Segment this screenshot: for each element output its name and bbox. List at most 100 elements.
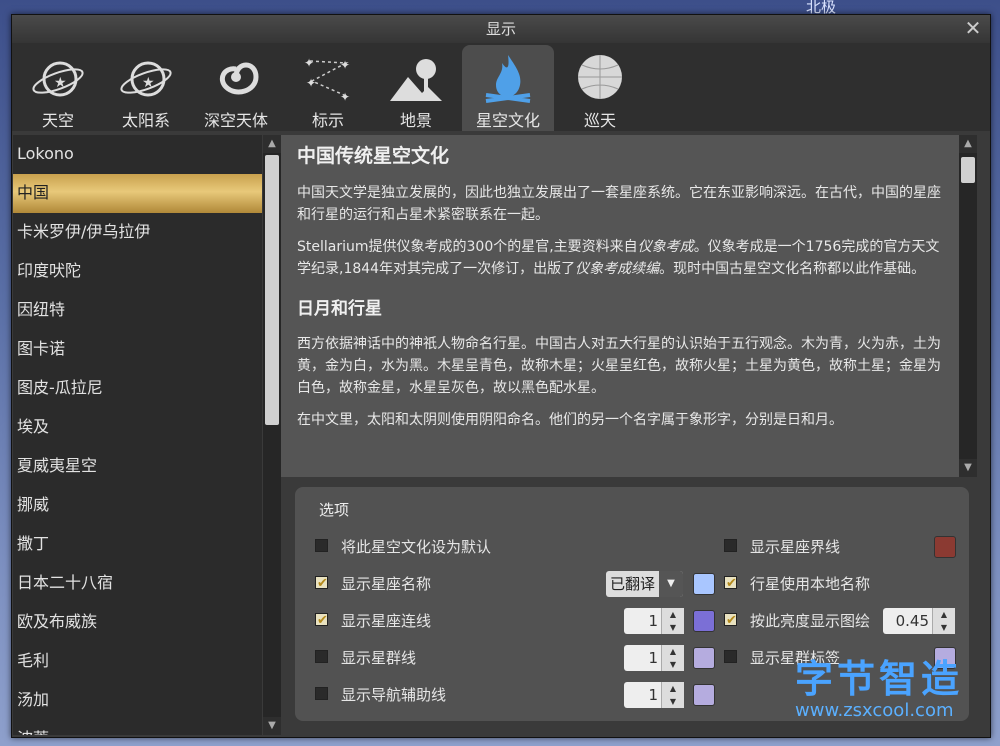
watermark-name: 字节智造 xyxy=(795,657,964,701)
native-planet-names-checkbox[interactable] xyxy=(724,573,737,595)
tab-sky[interactable]: ★ 天空 xyxy=(12,45,104,131)
tab-label: 巡天 xyxy=(583,111,616,130)
art-brightness-spinner[interactable]: 0.45 ▲ ▼ xyxy=(883,608,955,634)
description-paragraph: Stellarium提供仪象考成的300个的星官,主要资料来自仪象考成。仪象考成… xyxy=(297,239,940,277)
lines-color-swatch[interactable] xyxy=(693,610,715,632)
deep-sky-icon xyxy=(219,62,259,95)
spin-down-icon[interactable]: ▼ xyxy=(662,621,684,634)
show-nav-lines-checkbox[interactable] xyxy=(315,687,328,700)
watermark-url: www.zsxcool.com xyxy=(795,700,954,721)
tab-label: 星空文化 xyxy=(475,111,540,130)
show-lines-option[interactable]: 显示星座连线 xyxy=(315,610,555,632)
list-item[interactable]: 夏威夷星空 xyxy=(13,447,262,486)
description-paragraph: 中国天文学是独立发展的，因此也独立发展出了一套星座系统。它在东亚影响深远。在古代… xyxy=(297,185,941,223)
show-nav-lines-option[interactable]: 显示导航辅助线 xyxy=(315,684,555,706)
asterism-lines-color-swatch[interactable] xyxy=(693,647,715,669)
description-paragraph: 在中文里，太阳和太阴则使用阴阳命名。他们的另一个名字属于象形字，分别是日和月。 xyxy=(297,412,843,428)
svg-text:✦: ✦ xyxy=(340,90,350,103)
tab-landscape[interactable]: 地景 xyxy=(370,45,462,131)
asterism-line-width-spinner[interactable]: 1 ▲ ▼ xyxy=(624,645,684,671)
scroll-thumb[interactable] xyxy=(265,155,279,425)
tab-markings[interactable]: ✦ ✦ ✦ ✦ 标示 xyxy=(282,45,374,131)
list-item[interactable]: 挪威 xyxy=(13,486,262,525)
list-item-selected[interactable]: 中国 xyxy=(13,174,262,213)
dialog-titlebar[interactable]: 显示 ✕ xyxy=(12,15,990,43)
svg-text:✦: ✦ xyxy=(306,76,316,90)
spin-down-icon[interactable]: ▼ xyxy=(662,695,684,708)
surveys-icon xyxy=(578,55,622,99)
view-dialog: 显示 ✕ ★ 天空 ★ 太阳系 深空天体 ✦ ✦ ✦ ✦ 标示 地景 星空文化 … xyxy=(11,14,991,738)
scroll-thumb[interactable] xyxy=(961,157,975,183)
watermark-logo: 字节智造 www.zsxcool.com xyxy=(795,658,963,721)
art-brightness-option[interactable]: 按此亮度显示图绘 xyxy=(724,610,884,632)
list-item[interactable]: 印度吠陀 xyxy=(13,252,262,291)
tab-label: 天空 xyxy=(41,111,74,130)
list-item[interactable]: 图卡诺 xyxy=(13,330,262,369)
culture-description: 中国传统星空文化 中国天文学是独立发展的，因此也独立发展出了一套星座系统。它在东… xyxy=(281,135,959,477)
show-lines-checkbox[interactable] xyxy=(315,610,328,632)
show-boundaries-checkbox[interactable] xyxy=(724,539,737,552)
description-heading: 中国传统星空文化 xyxy=(297,145,450,167)
nav-lines-color-swatch[interactable] xyxy=(693,684,715,706)
chevron-down-icon: ▼ xyxy=(659,571,683,597)
tab-starlore[interactable]: 星空文化 xyxy=(462,45,554,131)
boundaries-color-swatch[interactable] xyxy=(934,536,956,558)
list-item[interactable]: 日本二十八宿 xyxy=(13,564,262,603)
svg-text:✦: ✦ xyxy=(340,58,350,72)
list-item[interactable]: 埃及 xyxy=(13,408,262,447)
scroll-up-icon[interactable]: ▲ xyxy=(263,135,281,153)
list-item[interactable]: 欧及布威族 xyxy=(13,603,262,642)
list-item[interactable]: Lokono xyxy=(13,135,262,174)
show-boundaries-option[interactable]: 显示星座界线 xyxy=(724,536,904,558)
svg-text:★: ★ xyxy=(54,75,67,91)
options-title: 选项 xyxy=(319,501,350,519)
list-item[interactable]: 毛利 xyxy=(13,642,262,681)
spin-up-icon[interactable]: ▲ xyxy=(662,682,684,695)
line-width-spinner[interactable]: 1 ▲ ▼ xyxy=(624,608,684,634)
show-asterism-lines-checkbox[interactable] xyxy=(315,650,328,663)
scroll-down-icon[interactable]: ▼ xyxy=(263,717,281,735)
spin-up-icon[interactable]: ▲ xyxy=(933,608,955,621)
names-color-swatch[interactable] xyxy=(693,573,715,595)
nav-line-width-spinner[interactable]: 1 ▲ ▼ xyxy=(624,682,684,708)
art-brightness-checkbox[interactable] xyxy=(724,610,737,632)
scroll-down-icon[interactable]: ▼ xyxy=(959,459,977,477)
svg-text:★: ★ xyxy=(142,75,155,91)
starlore-icon xyxy=(485,55,531,103)
description-paragraph: 西方依据神话中的神祇人物命名行星。中国古人对五大行星的认识始于五行观念。木为青，… xyxy=(297,336,941,396)
list-item[interactable]: 波蒂 xyxy=(13,720,262,735)
spin-up-icon[interactable]: ▲ xyxy=(662,645,684,658)
spin-down-icon[interactable]: ▼ xyxy=(933,621,955,634)
tab-label: 太阳系 xyxy=(121,111,170,130)
tab-deep-sky[interactable]: 深空天体 xyxy=(190,45,282,131)
list-item[interactable]: 因纽特 xyxy=(13,291,262,330)
close-icon[interactable]: ✕ xyxy=(962,17,984,39)
solar-system-icon: ★ xyxy=(120,61,172,97)
markings-icon: ✦ ✦ ✦ ✦ xyxy=(304,56,350,103)
native-planet-names-option[interactable]: 行星使用本地名称 xyxy=(724,573,904,595)
scroll-up-icon[interactable]: ▲ xyxy=(959,135,977,153)
show-names-checkbox[interactable] xyxy=(315,573,328,595)
tab-solar-system[interactable]: ★ 太阳系 xyxy=(100,45,192,131)
show-names-option[interactable]: 显示星座名称 xyxy=(315,573,555,595)
list-item[interactable]: 撒丁 xyxy=(13,525,262,564)
list-item[interactable]: 卡米罗伊/伊乌拉伊 xyxy=(13,213,262,252)
set-default-option[interactable]: 将此星空文化设为默认 xyxy=(315,536,555,558)
spin-down-icon[interactable]: ▼ xyxy=(662,658,684,671)
description-scrollbar[interactable]: ▲ ▼ xyxy=(959,135,977,477)
tab-label: 标示 xyxy=(311,111,344,130)
tab-label: 地景 xyxy=(399,111,432,130)
list-item[interactable]: 汤加 xyxy=(13,681,262,720)
culture-list-scrollbar[interactable]: ▲ ▼ xyxy=(263,135,281,735)
description-subheading: 日月和行星 xyxy=(297,299,382,319)
asterism-labels-checkbox[interactable] xyxy=(724,650,737,663)
culture-list[interactable]: Lokono 中国 卡米罗伊/伊乌拉伊 印度吠陀 因纽特 图卡诺 图皮-瓜拉尼 … xyxy=(13,135,262,735)
tab-surveys[interactable]: 巡天 xyxy=(554,45,646,131)
list-item[interactable]: 图皮-瓜拉尼 xyxy=(13,369,262,408)
name-style-select[interactable]: 已翻译 ▼ xyxy=(606,571,683,597)
spin-up-icon[interactable]: ▲ xyxy=(662,608,684,621)
sky-icon: ★ xyxy=(32,61,84,97)
show-asterism-lines-option[interactable]: 显示星群线 xyxy=(315,647,555,669)
svg-text:✦: ✦ xyxy=(304,56,314,70)
set-default-checkbox[interactable] xyxy=(315,539,328,552)
